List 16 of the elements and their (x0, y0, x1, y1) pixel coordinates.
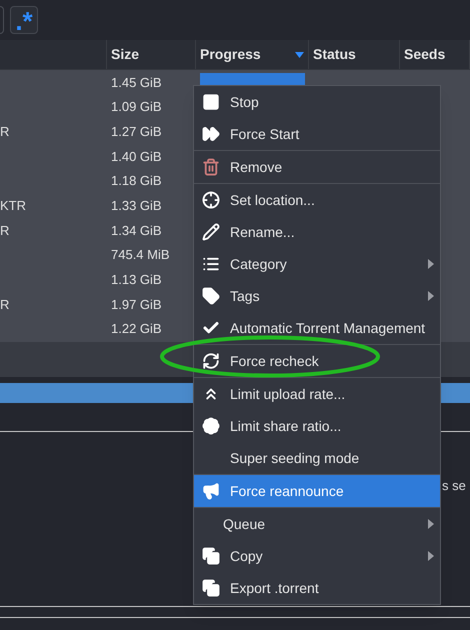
table-cell: 1.09 GiB (111, 99, 162, 114)
table-cell: 1.13 GiB (111, 272, 162, 288)
details-text: s se (442, 476, 466, 495)
table-cell: 1.18 GiB (111, 173, 162, 188)
table-cell: R (0, 124, 10, 139)
table-cell: 745.4 MiB (111, 247, 170, 262)
table-cell: 1.97 GiB (111, 296, 162, 312)
table-cell: R (0, 222, 10, 238)
table-cell: 1.34 GiB (111, 222, 162, 238)
table-cell: 1.40 GiB (111, 148, 162, 164)
table-cell: 1.22 GiB (111, 321, 162, 336)
table-cell: R (0, 296, 10, 312)
table-cell: 1.27 GiB (111, 124, 162, 139)
table-cell: KTR (0, 198, 26, 214)
table-cell: 1.33 GiB (111, 198, 162, 214)
table-cell: 1.45 GiB (111, 74, 162, 90)
